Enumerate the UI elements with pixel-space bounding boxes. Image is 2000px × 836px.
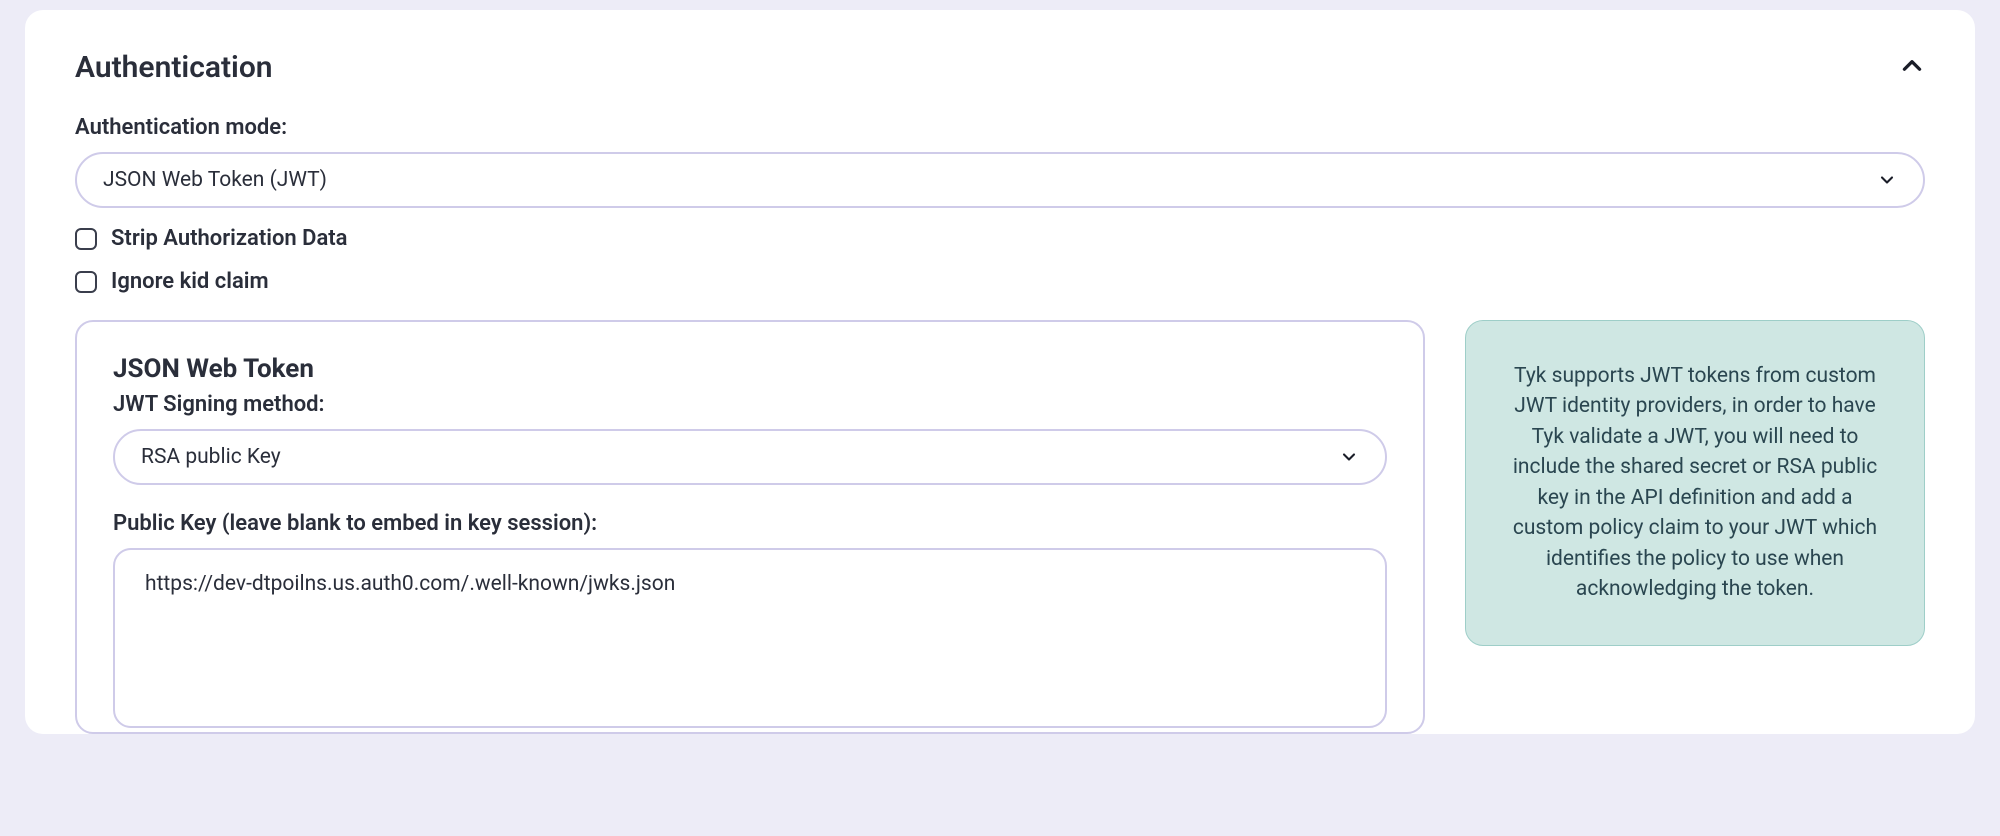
panel-header: Authentication: [75, 50, 1925, 85]
chevron-down-icon: [1877, 170, 1897, 190]
collapse-toggle[interactable]: [1899, 53, 1925, 83]
auth-mode-label: Authentication mode:: [75, 115, 1925, 140]
ignore-kid-label: Ignore kid claim: [111, 269, 269, 294]
jwt-signing-select[interactable]: RSA public Key: [113, 429, 1387, 485]
panel-title: Authentication: [75, 50, 273, 85]
auth-mode-value: JSON Web Token (JWT): [103, 168, 327, 192]
ignore-kid-row: Ignore kid claim: [75, 269, 1925, 294]
auth-mode-select[interactable]: JSON Web Token (JWT): [75, 152, 1925, 208]
jwt-title: JSON Web Token: [113, 354, 1387, 384]
public-key-input[interactable]: [113, 548, 1387, 728]
chevron-down-icon: [1339, 447, 1359, 467]
jwt-signing-value: RSA public Key: [141, 445, 281, 469]
jwt-signing-label: JWT Signing method:: [113, 392, 1387, 417]
authentication-panel: Authentication Authentication mode: JSON…: [25, 10, 1975, 734]
strip-auth-label: Strip Authorization Data: [111, 226, 348, 251]
chevron-up-icon: [1899, 53, 1925, 79]
jwt-info-text: Tyk supports JWT tokens from custom JWT …: [1513, 364, 1877, 601]
strip-auth-checkbox[interactable]: [75, 228, 97, 250]
public-key-label: Public Key (leave blank to embed in key …: [113, 511, 1387, 536]
strip-auth-row: Strip Authorization Data: [75, 226, 1925, 251]
jwt-info-box: Tyk supports JWT tokens from custom JWT …: [1465, 320, 1925, 646]
ignore-kid-checkbox[interactable]: [75, 271, 97, 293]
jwt-panel: JSON Web Token JWT Signing method: RSA p…: [75, 320, 1425, 734]
